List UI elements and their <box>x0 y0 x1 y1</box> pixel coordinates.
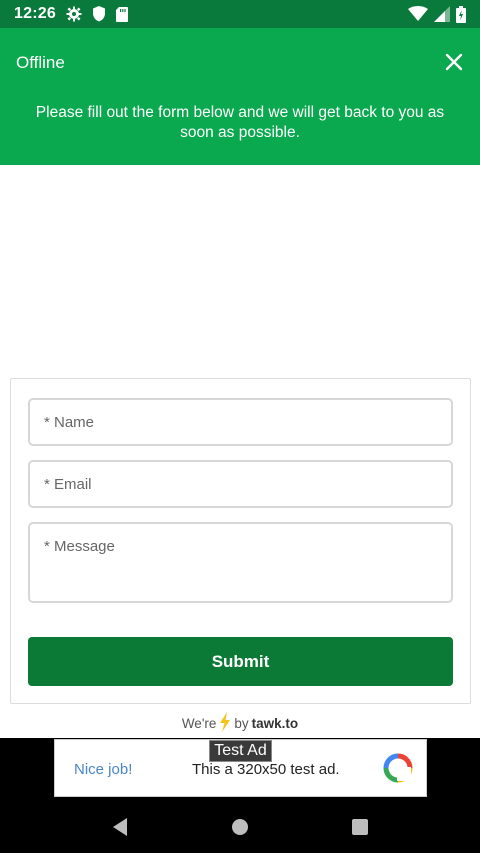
home-icon <box>232 818 248 835</box>
back-button[interactable] <box>100 807 140 847</box>
ad-body-text: This a 320x50 test ad. <box>192 761 340 778</box>
offline-form: * Name * Email * Message Submit <box>10 378 471 704</box>
message-field[interactable]: * Message <box>28 522 453 603</box>
recents-button[interactable] <box>340 807 380 847</box>
status-time: 12:26 <box>14 5 56 22</box>
status-bar: 12:26 <box>0 0 480 28</box>
signal-icon <box>434 6 450 22</box>
email-field[interactable]: * Email <box>28 460 453 508</box>
battery-icon <box>456 5 466 23</box>
offline-message: Please fill out the form below and we wi… <box>35 104 445 141</box>
home-button[interactable] <box>220 807 260 847</box>
email-placeholder: * Email <box>44 475 92 493</box>
name-field[interactable]: * Name <box>28 398 453 446</box>
sd-card-icon <box>115 6 128 22</box>
wifi-icon <box>408 6 428 22</box>
settings-icon <box>66 6 82 22</box>
powered-by[interactable]: We're by tawk.to <box>0 710 480 736</box>
powered-prefix: We're <box>181 715 217 731</box>
ad-nice-text: Nice job! <box>74 761 133 778</box>
submit-button[interactable]: Submit <box>28 637 453 686</box>
navigation-bar <box>0 800 480 853</box>
powered-by-word: by <box>234 715 249 731</box>
name-placeholder: * Name <box>44 413 95 431</box>
shield-icon <box>92 6 106 22</box>
header-title: Offline <box>16 53 65 72</box>
close-icon <box>445 53 463 71</box>
ad-logo-icon <box>383 753 413 788</box>
lightning-icon <box>219 711 231 735</box>
back-icon <box>113 817 127 836</box>
close-button[interactable] <box>444 52 464 72</box>
chat-header: Offline Please fill out the form below a… <box>0 28 480 165</box>
message-placeholder: * Message <box>44 538 115 555</box>
test-ad-label: Test Ad <box>209 740 272 762</box>
brand-name: tawk.to <box>251 715 299 731</box>
recents-icon <box>352 818 368 835</box>
